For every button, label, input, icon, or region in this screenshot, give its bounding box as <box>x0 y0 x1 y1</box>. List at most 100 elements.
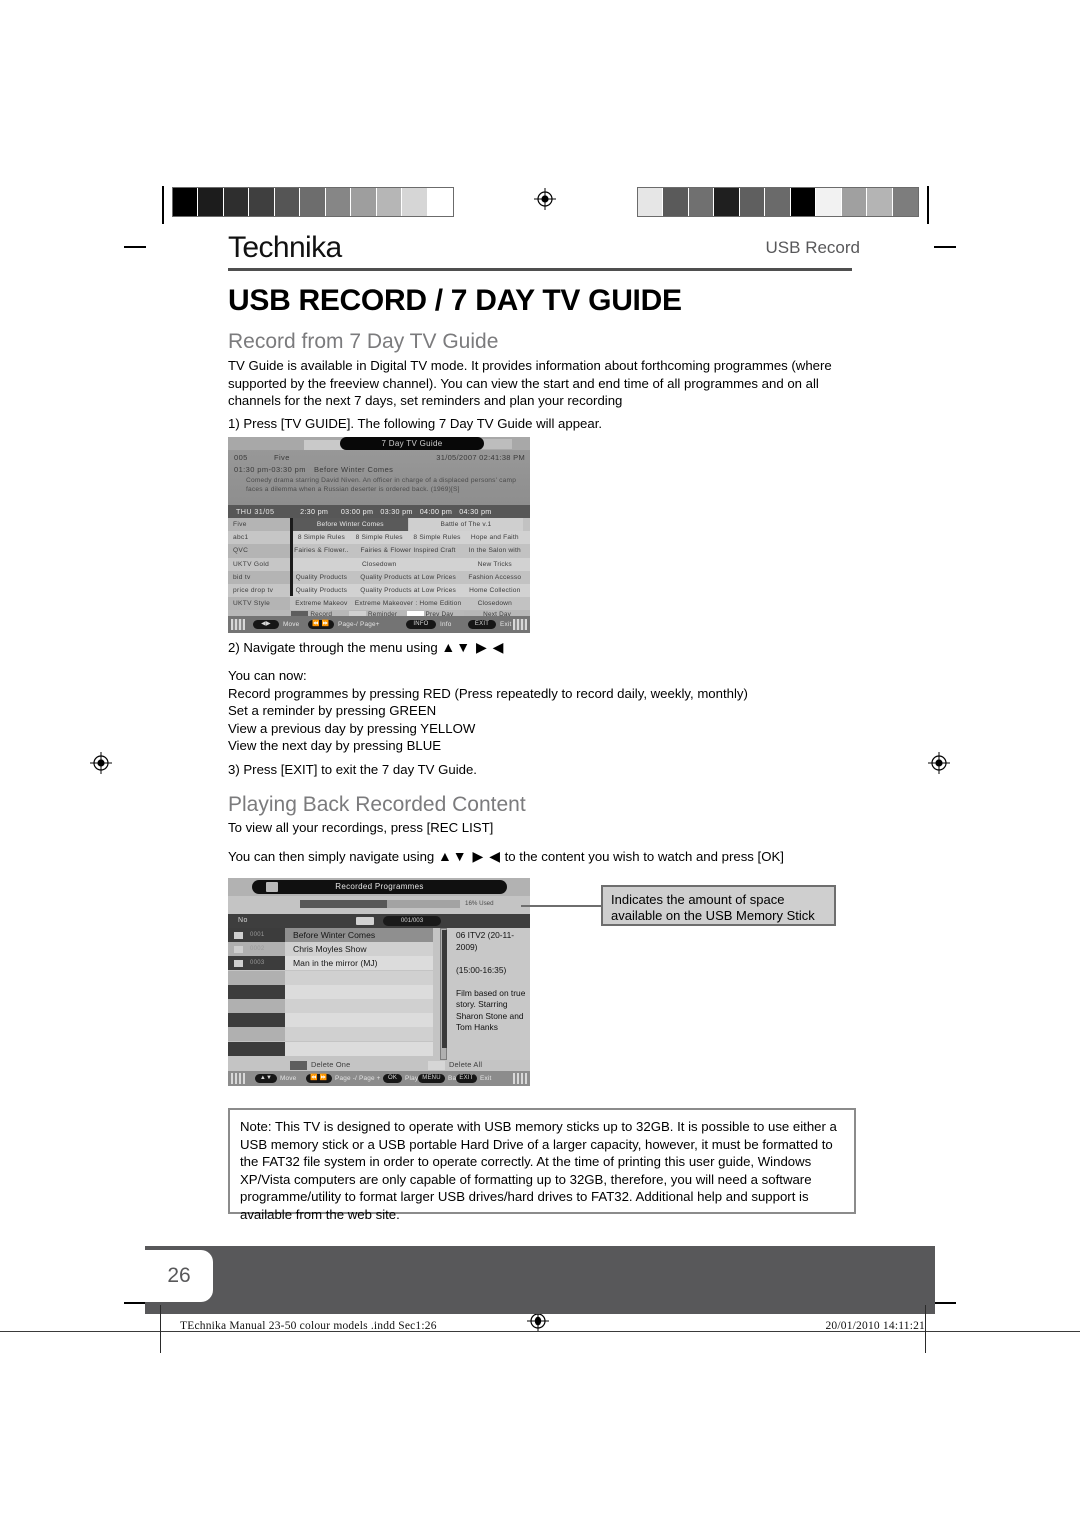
tv-guide-programme-cell[interactable]: Battle of The v.1 <box>408 518 524 532</box>
tv-guide-screenshot: 7 Day TV Guide 005 Five 31/05/2007 02:41… <box>228 437 530 633</box>
rec-item-name[interactable] <box>285 984 433 999</box>
tv-guide-programme-cell[interactable]: Extreme Makeover : Home Edition <box>351 597 466 610</box>
tv-guide-time-slot: 04:30 pm <box>459 507 492 516</box>
note-box: Note: This TV is designed to operate wit… <box>228 1108 856 1222</box>
tv-guide-tab-left <box>304 440 344 450</box>
rec-scrollbar[interactable] <box>440 928 447 1060</box>
rec-item-name[interactable]: Before Winter Comes <box>285 928 433 942</box>
rec-list-item[interactable] <box>228 999 433 1013</box>
tv-guide-programme-cell[interactable]: Quality Products <box>293 584 350 597</box>
navigate-text-pre: You can then simply navigate using <box>228 849 435 864</box>
rec-item-name[interactable] <box>285 1041 433 1056</box>
rec-item-number <box>228 970 285 985</box>
tv-guide-programme-cell[interactable]: 8 Simple Rules <box>293 531 350 544</box>
tv-guide-programme-cell[interactable]: Fairies & Flower Inspired Craft <box>351 544 466 557</box>
rec-list-item[interactable]: 0002 Chris Moyles Show <box>228 942 433 957</box>
tv-guide-channel-cell[interactable]: Five <box>228 518 290 532</box>
rec-list-item[interactable] <box>228 1041 433 1056</box>
tv-guide-timebar: THU 31/05 2:30 pm 03:00 pm 03:30 pm 04:00 p… <box>228 505 530 518</box>
calibration-swatch <box>300 188 326 216</box>
tv-guide-time-slot: 03:00 pm <box>340 507 374 516</box>
step-3: 3) Press [EXIT] to exit the 7 day TV Gui… <box>228 762 477 777</box>
tv-guide-key-button[interactable]: INFO <box>406 620 436 629</box>
tv-guide-row[interactable]: price drop tv Quality Products Quality Pro… <box>228 584 530 598</box>
rec-list-item[interactable] <box>228 1027 433 1042</box>
tv-guide-time-slot: 2:30 pm <box>300 507 329 516</box>
tv-guide-programme-cell[interactable]: In the Salon with <box>466 544 523 557</box>
tv-guide-key-button[interactable]: ⏪ ⏩ <box>308 620 334 629</box>
usb-space-label: 16% Used <box>465 900 494 907</box>
rec-item-name[interactable] <box>285 1013 433 1028</box>
rec-key-button[interactable]: OK <box>383 1074 402 1083</box>
rec-detail-panel: 06 ITV2 (20-11-2009) (15:00-16:35) Film … <box>440 928 530 1060</box>
rec-legend-label: Delete All <box>449 1060 483 1069</box>
tv-guide-programme-cell[interactable]: 8 Simple Rules <box>409 531 466 544</box>
tv-guide-row[interactable]: UKTV Gold Closedown New Tricks <box>228 557 530 571</box>
tv-guide-key-button[interactable]: EXIT <box>468 620 496 629</box>
tv-guide-programme-cell[interactable]: 8 Simple Rules <box>351 531 408 544</box>
tv-guide-key-label: Page-/ Page+ <box>338 621 380 628</box>
tv-guide-programme-cell[interactable]: Quality Products <box>293 571 350 584</box>
rec-key-button[interactable]: MENU <box>418 1074 445 1083</box>
rec-column-header-no: No <box>238 917 248 924</box>
tv-guide-datetime: 31/05/2007 02:41:38 PM <box>436 453 525 462</box>
tv-guide-row[interactable]: Five Before Winter Comes Battle of The v.1 <box>228 518 530 532</box>
tv-guide-row[interactable]: QVC Fairies & Flower.. Fairies & Flower In… <box>228 544 530 558</box>
rec-list-item[interactable]: 0003 Man in the mirror (MJ) <box>228 956 433 971</box>
print-footer-left: TEchnika Manual 23-50 colour models .ind… <box>180 1320 437 1332</box>
tv-guide-channel-cell[interactable]: abc1 <box>228 531 290 545</box>
tv-guide-programme-cell[interactable]: Quality Products at Low Prices <box>351 571 466 584</box>
tv-guide-row[interactable]: bid tv Quality Products Quality Products a… <box>228 570 530 584</box>
tv-guide-row[interactable]: UKTV Style Extreme Makeov Extreme Makeover… <box>228 597 530 611</box>
tv-guide-time-slot: 03:30 pm <box>380 507 413 516</box>
rec-key-button[interactable]: EXIT <box>456 1074 477 1083</box>
bullet-next-day-blue: View the next day by pressing BLUE <box>228 738 442 754</box>
keypad-icon-left <box>231 619 245 630</box>
tv-guide-programme-cell[interactable]: Closedown <box>466 597 523 610</box>
tv-guide-programme-cell[interactable]: Hope and Faith <box>466 531 523 544</box>
step-2: 2) Navigate through the menu using ▲▼ ▶ … <box>228 639 874 657</box>
tv-guide-programme-cell[interactable]: Extreme Makeov <box>293 597 350 610</box>
rec-item-name[interactable]: Man in the mirror (MJ) <box>285 956 433 971</box>
tv-guide-channel-cell[interactable]: QVC <box>228 544 290 558</box>
rec-item-name[interactable]: Chris Moyles Show <box>285 942 433 957</box>
tv-guide-programme-cell[interactable]: Home Collection <box>466 584 523 597</box>
calibration-swatch <box>376 188 403 216</box>
calibration-swatch <box>638 188 664 216</box>
tv-guide-programme-cell[interactable]: Fairies & Flower.. <box>293 544 350 557</box>
calibration-swatch <box>173 188 199 216</box>
callout-leader-line <box>521 905 603 907</box>
rec-footer-bar: ▲▼Move⏪ ⏩Page -/ Page +OKPlayMENUBackEXI… <box>228 1071 530 1086</box>
tv-guide-programme-cell[interactable]: Before Winter Comes <box>293 518 408 532</box>
tv-guide-key-button[interactable]: ◀▶ <box>253 620 279 629</box>
callout-usb-space: Indicates the amount of space available … <box>601 885 836 926</box>
tv-guide-programme-cell[interactable]: New Tricks <box>466 558 523 571</box>
rec-item-name[interactable] <box>285 1027 433 1042</box>
tv-guide-programme-cell[interactable]: Quality Products at Low Prices <box>351 584 466 597</box>
rec-key-button[interactable]: ▲▼ <box>255 1074 277 1083</box>
crop-mark-top-right <box>934 246 956 248</box>
tv-guide-programme-cell[interactable]: Fashion Accesso <box>466 571 523 584</box>
rec-item-type-icon <box>234 932 243 939</box>
calibration-swatch <box>841 188 868 216</box>
rec-item-list[interactable]: 0001 Before Winter Comes 0002 Chris Moyles … <box>228 928 433 1060</box>
tv-guide-channel-cell[interactable]: price drop tv <box>228 584 290 598</box>
rec-list-item[interactable] <box>228 1013 433 1028</box>
rec-item-type-icon <box>234 946 243 954</box>
tv-guide-channel-cell[interactable]: UKTV Gold <box>228 557 290 571</box>
rec-key-button[interactable]: ⏪ ⏩ <box>306 1074 332 1083</box>
calibration-swatch <box>714 188 740 216</box>
calibration-swatch <box>892 188 918 216</box>
rec-window-title: Recorded Programmes <box>252 880 507 894</box>
rec-list-item[interactable]: 0001 Before Winter Comes <box>228 928 433 942</box>
rec-item-name[interactable] <box>285 970 433 985</box>
tv-guide-programme-cell[interactable]: Closedown <box>293 558 465 571</box>
tv-guide-row[interactable]: abc1 8 Simple Rules 8 Simple Rules 8 Simple… <box>228 531 530 545</box>
rec-list-item[interactable] <box>228 970 433 985</box>
tv-guide-channel-cell[interactable]: UKTV Style <box>228 597 290 611</box>
tv-guide-grid[interactable]: Five Before Winter Comes Battle of The v.1… <box>228 518 530 611</box>
registration-mark-left <box>90 752 112 774</box>
rec-list-item[interactable] <box>228 984 433 999</box>
rec-item-name[interactable] <box>285 999 433 1013</box>
tv-guide-channel-cell[interactable]: bid tv <box>228 570 290 584</box>
